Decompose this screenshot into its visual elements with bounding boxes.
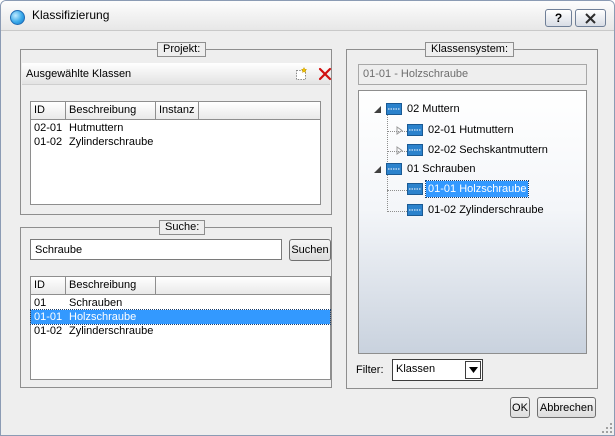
title-bar[interactable]: Klassifizierung ? <box>1 1 614 31</box>
selected-classes-list[interactable]: ID Beschreibung Instanz 02-01 Hutmuttern… <box>30 101 321 205</box>
chevron-down-icon <box>468 367 478 373</box>
tree-node-label: 01-02 Zylinderschraube <box>428 204 544 216</box>
class-icon <box>386 163 402 175</box>
cancel-button[interactable]: Abbrechen <box>537 397 596 418</box>
ok-button[interactable]: OK <box>510 397 530 418</box>
new-item-icon[interactable] <box>294 67 308 81</box>
list-item[interactable]: 02-01 Hutmuttern <box>31 121 320 135</box>
column-header-description[interactable]: Beschreibung <box>66 102 156 119</box>
cell-id: 01-01 <box>34 311 63 323</box>
help-button[interactable]: ? <box>545 9 572 27</box>
delete-icon[interactable] <box>318 67 332 81</box>
filter-label: Filter: <box>356 364 384 376</box>
cell-id: 01 <box>34 297 47 309</box>
expand-icon[interactable] <box>395 126 404 135</box>
suche-group: Suche: Suchen ID Beschreibung 01 Schraub… <box>20 220 332 388</box>
tree-line <box>387 190 407 191</box>
tree-node-label: 02 Muttern <box>407 103 460 115</box>
klassensystem-group: Klassensystem: 01-01 - Holzschraube 02 M… <box>346 42 598 389</box>
list-header: ID Beschreibung Instanz <box>31 102 320 120</box>
app-icon <box>10 10 25 25</box>
list-item[interactable]: 01-02 Zylinderschraube <box>31 324 330 338</box>
search-input[interactable] <box>30 239 282 260</box>
cell-id: 01-02 <box>34 136 63 148</box>
tree-node-label: 02-02 Sechskantmuttern <box>428 144 548 156</box>
search-button[interactable]: Suchen <box>289 239 331 261</box>
collapse-icon[interactable] <box>373 105 382 114</box>
projekt-legend: Projekt: <box>157 42 207 57</box>
cell-description: Zylinderschraube <box>69 136 154 148</box>
tree-node-label: 02-01 Hutmuttern <box>428 124 514 136</box>
list-header: ID Beschreibung <box>31 277 330 295</box>
dialog-window: Klassifizierung ? Projekt: Ausgewählte K… <box>0 0 615 436</box>
list-item[interactable]: 01-02 Zylinderschraube <box>31 135 320 149</box>
cell-id: 02-01 <box>34 122 63 134</box>
filter-dropdown[interactable]: Klassen <box>392 359 483 381</box>
class-icon <box>407 183 423 195</box>
close-button[interactable] <box>575 9 606 27</box>
resize-grip-icon[interactable] <box>601 422 613 434</box>
current-class-field: 01-01 - Holzschraube <box>358 64 587 85</box>
collapse-icon[interactable] <box>373 165 382 174</box>
list-item[interactable]: 01 Schrauben <box>31 296 330 310</box>
expand-icon[interactable] <box>395 146 404 155</box>
klassensystem-legend: Klassensystem: <box>425 42 515 57</box>
class-icon <box>407 144 423 156</box>
cell-id: 01-02 <box>34 325 63 337</box>
list-item-selected[interactable]: 01-01 Holzschraube <box>30 309 331 325</box>
tree-node-label: 01-01 Holzschraube <box>424 180 530 198</box>
filter-value: Klassen <box>396 363 436 375</box>
window-title: Klassifizierung <box>32 8 110 22</box>
column-header-id[interactable]: ID <box>31 102 66 119</box>
dropdown-arrow[interactable] <box>465 361 481 379</box>
class-icon <box>407 124 423 136</box>
search-results-list[interactable]: ID Beschreibung 01 Schrauben 01-01 Holzs… <box>30 276 331 380</box>
class-icon <box>407 204 423 216</box>
selected-classes-label: Ausgewählte Klassen <box>26 68 132 80</box>
tree-line <box>387 211 407 212</box>
suche-legend: Suche: <box>159 220 206 235</box>
tree-line <box>387 175 388 212</box>
cell-description: Holzschraube <box>69 311 137 323</box>
tree-node-label: 01 Schrauben <box>407 163 476 175</box>
class-icon <box>386 103 402 115</box>
class-tree[interactable]: 02 Muttern 02-01 Hutmuttern 02-02 Sechsk… <box>358 90 587 354</box>
selected-classes-header: Ausgewählte Klassen <box>22 63 332 85</box>
cell-description: Schrauben <box>69 297 123 309</box>
column-header-id[interactable]: ID <box>31 277 66 294</box>
cell-description: Zylinderschraube <box>69 325 154 337</box>
close-icon <box>585 12 596 24</box>
projekt-group: Projekt: Ausgewählte Klassen ID Beschrei… <box>20 42 332 215</box>
cell-description: Hutmuttern <box>69 122 124 134</box>
column-header-description[interactable]: Beschreibung <box>66 277 156 294</box>
column-header-instance[interactable]: Instanz <box>156 102 199 119</box>
